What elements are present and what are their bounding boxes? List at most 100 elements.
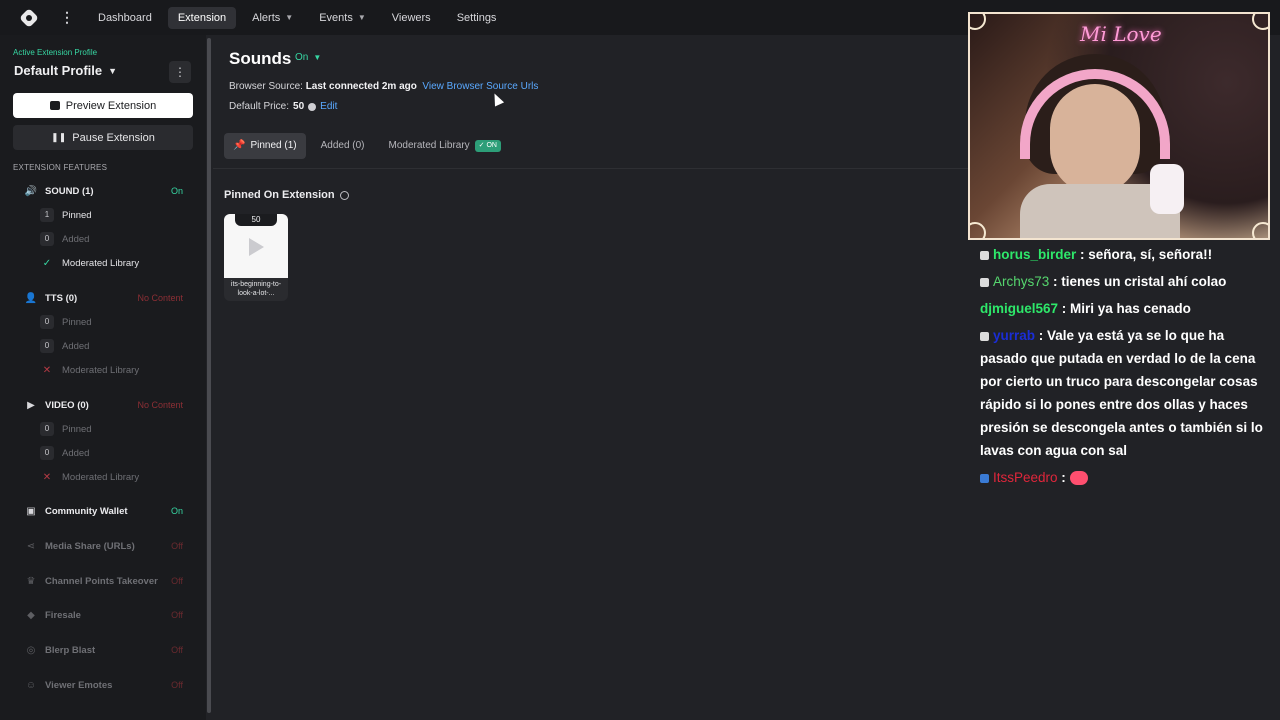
tab-added[interactable]: Added (0) xyxy=(312,133,374,159)
nav-extension-label: Extension xyxy=(177,11,227,24)
library-on-badge: ✓ ON xyxy=(474,140,501,152)
sounds-status-dropdown[interactable]: On ▼ xyxy=(295,52,321,63)
chat-message: yurrab : Vale ya está ya se lo que ha pa… xyxy=(980,324,1272,462)
sound-price-badge: 50 xyxy=(235,214,277,226)
chat-message: Archys73 : tienes un cristal ahí colao xyxy=(980,270,1272,293)
feature-sound-label: SOUND (1) xyxy=(45,185,94,197)
badge-icon xyxy=(980,250,989,260)
microphone-icon xyxy=(1150,164,1184,214)
nav-events[interactable]: Events ▼ xyxy=(309,7,376,29)
feature-video-label: VIDEO (0) xyxy=(45,399,89,411)
video-added[interactable]: 0 Added xyxy=(0,444,206,462)
video-pinned[interactable]: 0 Pinned xyxy=(0,420,206,438)
nav-viewers[interactable]: Viewers xyxy=(382,7,441,29)
count-badge: 1 xyxy=(40,208,54,222)
video-icon: ▶ xyxy=(27,399,35,411)
badge-icon xyxy=(980,331,989,341)
tab-added-label: Added (0) xyxy=(320,140,365,151)
profile-menu-button[interactable]: ⋮ xyxy=(169,61,191,83)
feature-channel-points-status: Off xyxy=(171,576,183,586)
sound-card[interactable]: 50 its-beginning-to-look-a-lot-... xyxy=(224,214,288,301)
feature-viewer-emotes-status: Off xyxy=(171,680,183,690)
sub-label: Pinned xyxy=(62,209,92,221)
nav-settings-label: Settings xyxy=(456,11,497,24)
feature-channel-points[interactable]: ♛ Channel Points Takeover Off xyxy=(0,571,206,591)
edit-price-link[interactable]: Edit xyxy=(320,101,337,112)
feature-viewer-emotes[interactable]: ☺ Viewer Emotes Off xyxy=(0,675,206,695)
nav-dashboard[interactable]: Dashboard xyxy=(88,7,162,29)
emote-icon xyxy=(1069,471,1088,486)
page-title: Sounds xyxy=(229,49,292,68)
x-icon: ✕ xyxy=(42,364,52,376)
feature-community-wallet[interactable]: ▣ Community Wallet On xyxy=(0,501,206,521)
feature-video[interactable]: ▶ VIDEO (0) No Content xyxy=(0,395,206,415)
count-badge: 0 xyxy=(40,446,54,460)
speaker-icon: 🔊 xyxy=(24,185,38,197)
preview-extension-button[interactable]: Preview Extension xyxy=(13,93,193,118)
badge-icon xyxy=(980,473,989,483)
feature-tts-status: No Content xyxy=(137,293,183,303)
sub-label: Added xyxy=(62,340,90,352)
chat-message: djmiguel567 : Miri ya has cenado xyxy=(980,297,1272,320)
chat-username: horus_birder xyxy=(993,247,1077,262)
chat-message: ItssPeedro : xyxy=(980,466,1272,489)
tag-icon: ◆ xyxy=(27,609,35,621)
count-badge: 0 xyxy=(40,232,54,246)
chevron-down-icon: ▼ xyxy=(285,13,294,22)
sub-label: Added xyxy=(62,233,90,245)
pinned-heading-label: Pinned On Extension xyxy=(224,189,335,201)
pause-icon: ❚❚ xyxy=(51,132,67,142)
browser-source-line: Browser Source: Last connected 2m ago Vi… xyxy=(229,81,538,92)
tab-moderated-library[interactable]: Moderated Library ✓ ON xyxy=(380,133,510,159)
feature-media-share[interactable]: ⋖ Media Share (URLs) Off xyxy=(0,536,206,556)
nav-settings[interactable]: Settings xyxy=(447,7,507,29)
nav-alerts-label: Alerts xyxy=(252,11,281,24)
coin-icon xyxy=(308,102,317,111)
feature-channel-points-label: Channel Points Takeover xyxy=(45,575,158,587)
profile-selector[interactable]: Default Profile ▼ xyxy=(14,63,117,78)
chevron-down-icon: ▼ xyxy=(357,13,366,22)
browser-source-urls-link[interactable]: View Browser Source Urls xyxy=(422,81,538,92)
feature-tts[interactable]: 👤 TTS (0) No Content xyxy=(0,288,206,308)
feature-video-status: No Content xyxy=(137,400,183,410)
feature-blerp-blast-label: Blerp Blast xyxy=(45,644,96,656)
sound-added[interactable]: 0 Added xyxy=(0,230,206,248)
sound-tabs: 📌 Pinned (1) Added (0) Moderated Library ✓… xyxy=(224,133,510,159)
pinned-heading: Pinned On Extension xyxy=(224,189,349,201)
count-badge: 0 xyxy=(40,422,54,436)
tts-added[interactable]: 0 Added xyxy=(0,337,206,355)
sound-pinned[interactable]: 1 Pinned xyxy=(0,206,206,224)
neon-sign: Mi Love xyxy=(1080,22,1162,46)
nav-alerts[interactable]: Alerts ▼ xyxy=(242,7,303,29)
tts-moderated-library[interactable]: ✕ Moderated Library xyxy=(0,361,206,379)
smiley-icon: ☺ xyxy=(25,679,37,691)
price-value: 50 xyxy=(293,101,305,112)
tts-icon: 👤 xyxy=(24,292,38,304)
library-badge-label: ON xyxy=(486,142,497,149)
nav-events-label: Events xyxy=(319,11,353,24)
feature-blerp-blast[interactable]: ◎ Blerp Blast Off xyxy=(0,640,206,660)
target-icon: ◎ xyxy=(26,644,36,656)
nav-dashboard-label: Dashboard xyxy=(98,11,152,24)
tts-pinned[interactable]: 0 Pinned xyxy=(0,313,206,331)
tab-library-label: Moderated Library xyxy=(388,140,470,151)
chat-message: horus_birder : señora, sí, señora!! xyxy=(980,243,1272,266)
blerp-logo-icon[interactable] xyxy=(20,9,38,27)
play-icon[interactable] xyxy=(249,238,264,256)
sidebar-scrollbar[interactable] xyxy=(207,38,211,713)
main-nav: Dashboard Extension Alerts ▼ Events ▼ View… xyxy=(88,6,507,29)
wallet-icon: ▣ xyxy=(26,505,36,517)
sound-name: its-beginning-to-look-a-lot-... xyxy=(230,281,282,297)
nav-extension[interactable]: Extension xyxy=(167,6,237,29)
share-icon: ⋖ xyxy=(26,540,36,552)
video-moderated-library[interactable]: ✕ Moderated Library xyxy=(0,468,206,486)
info-icon[interactable] xyxy=(339,190,349,200)
pause-extension-label: Pause Extension xyxy=(72,131,155,144)
pause-extension-button[interactable]: ❚❚ Pause Extension xyxy=(13,125,193,150)
count-badge: 0 xyxy=(40,339,54,353)
feature-sound[interactable]: 🔊 SOUND (1) On xyxy=(0,181,206,201)
sound-moderated-library[interactable]: ✓ Moderated Library xyxy=(0,254,206,272)
tab-pinned[interactable]: 📌 Pinned (1) xyxy=(224,133,306,159)
feature-firesale[interactable]: ◆ Firesale Off xyxy=(0,605,206,625)
more-options-icon[interactable]: ⋮ xyxy=(60,9,74,26)
